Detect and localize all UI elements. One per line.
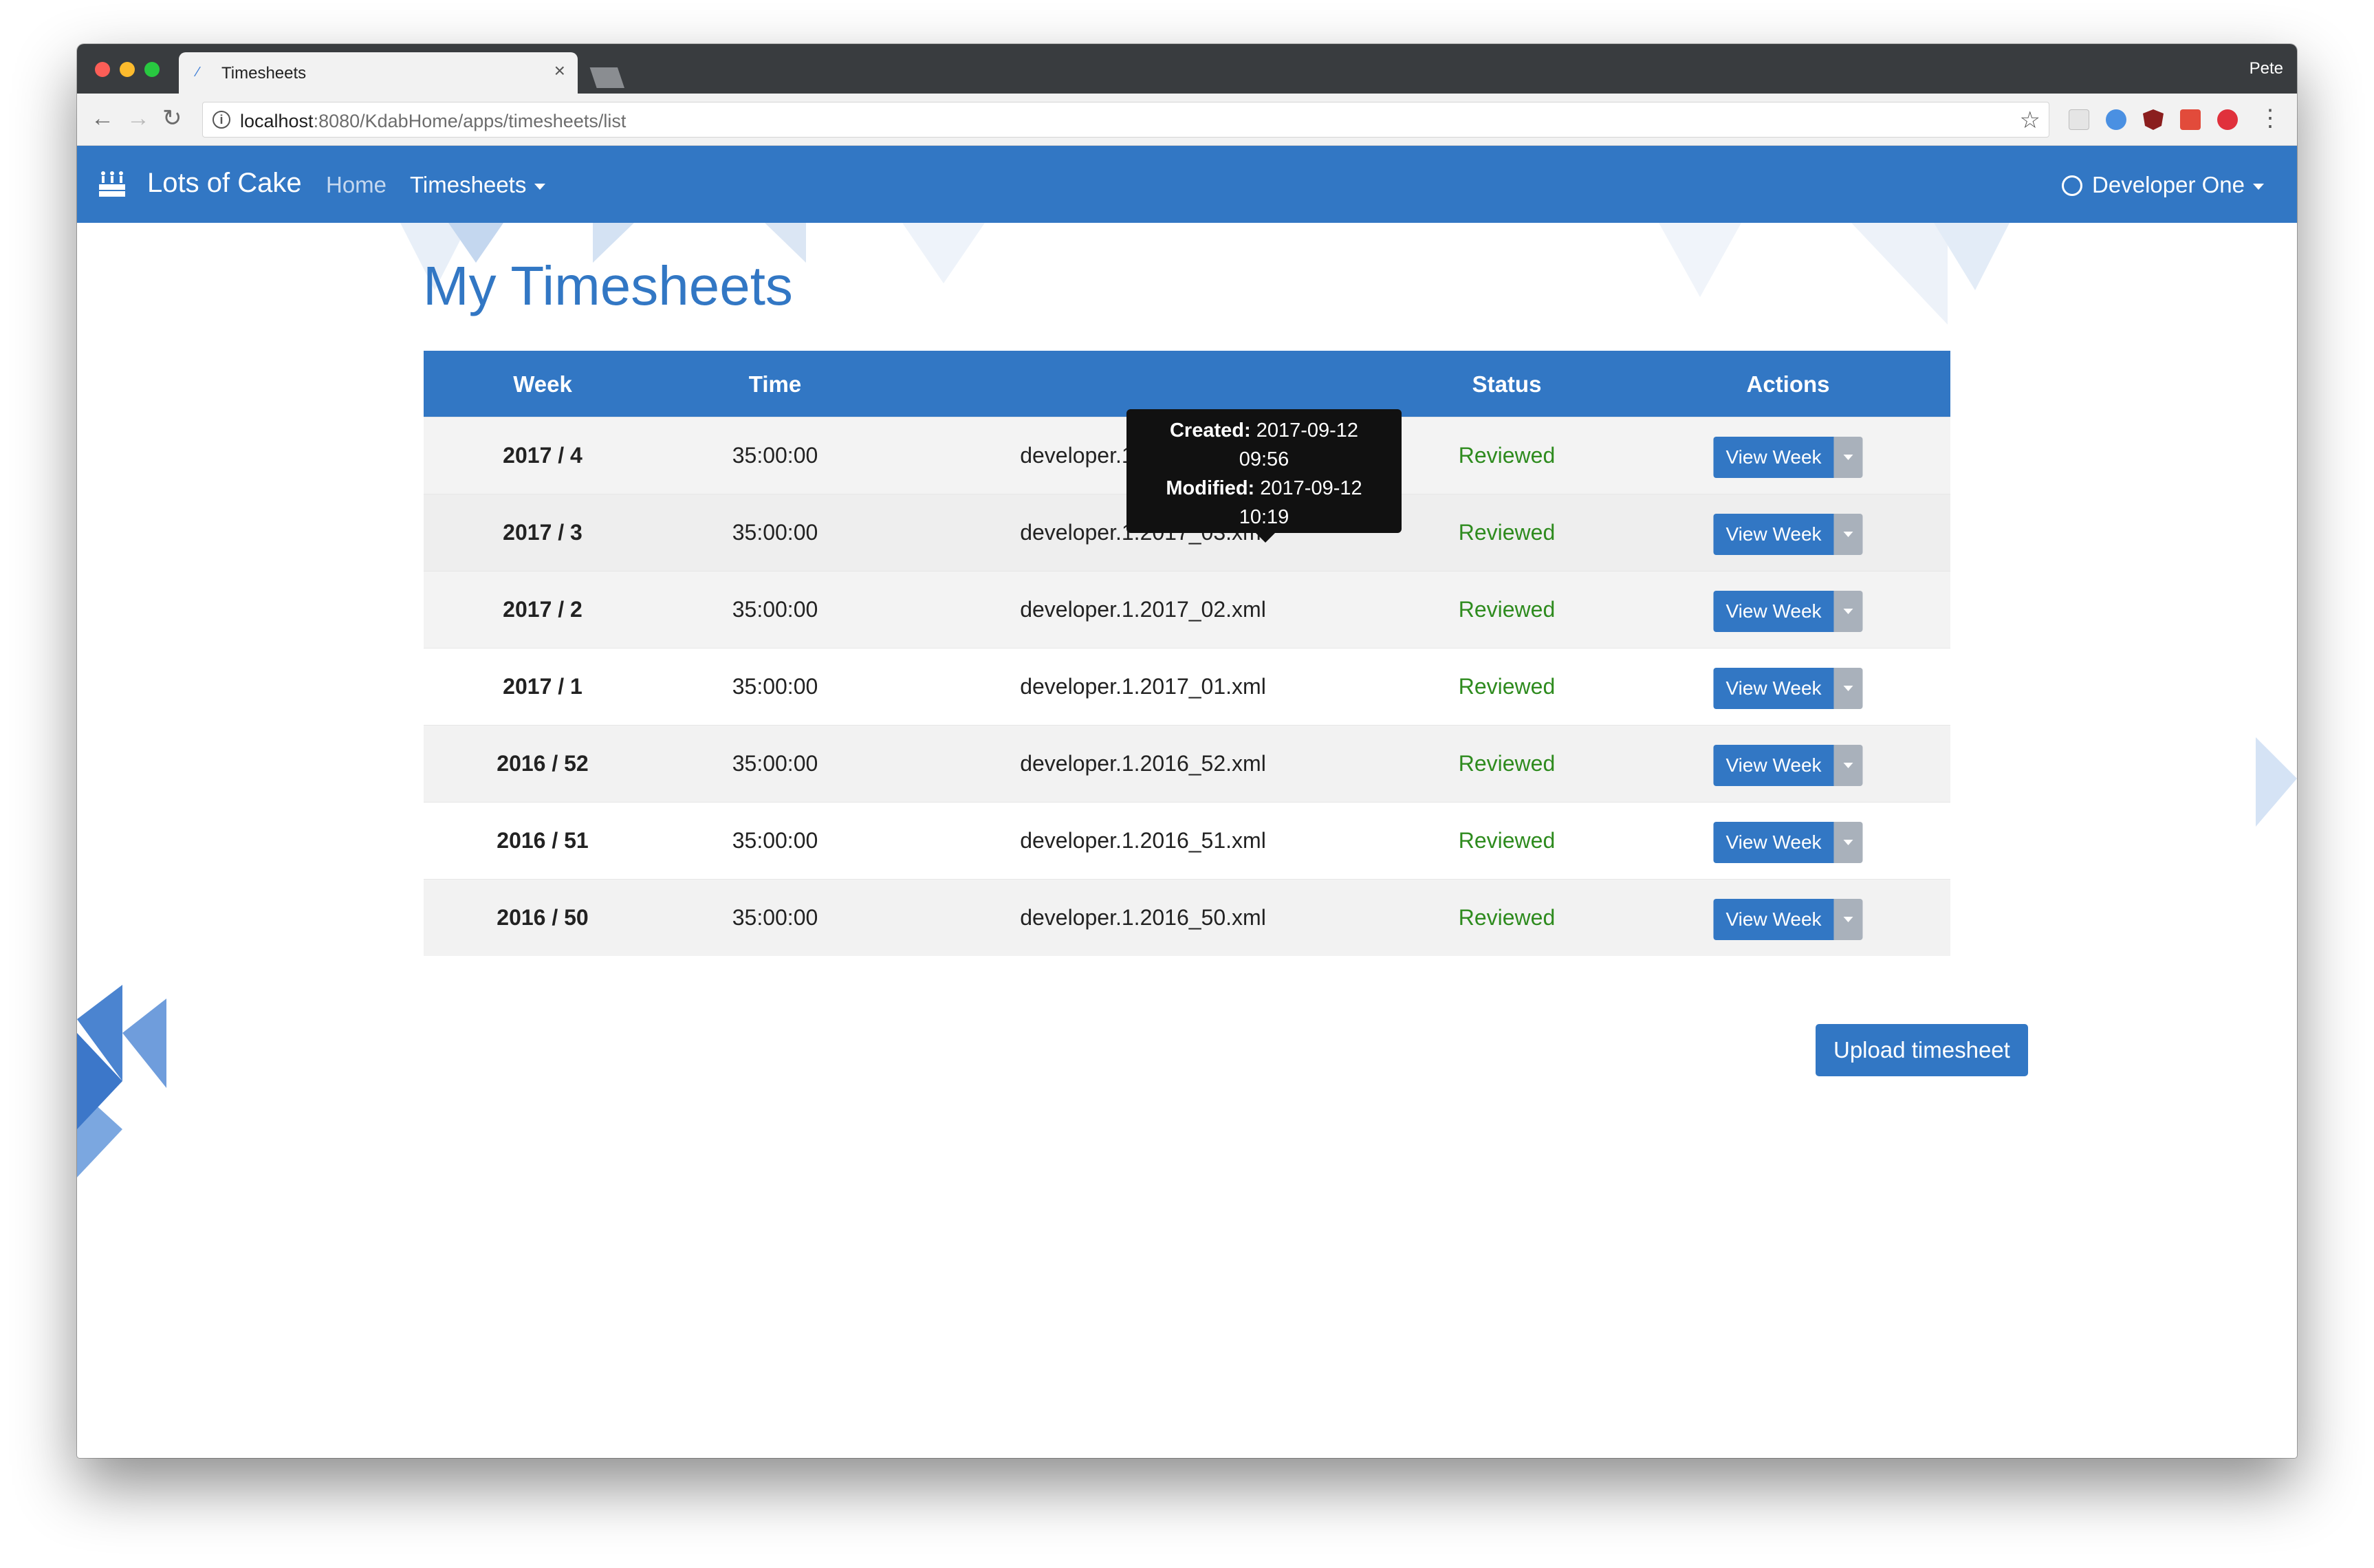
cell-time: 35:00:00	[732, 443, 818, 468]
table-row: 2016 / 52 35:00:00 developer.1.2016_52.x…	[424, 725, 1950, 802]
tab-close-icon[interactable]: ×	[554, 61, 565, 81]
extension-chart-icon[interactable]	[2069, 109, 2089, 130]
cell-file[interactable]: developer.1.2016_50.xml	[1020, 905, 1266, 930]
cell-status: Reviewed	[1458, 597, 1556, 622]
browser-window: ⁄ Timesheets × Pete ← → ↻ i localhost:80…	[77, 44, 2297, 1458]
view-week-button[interactable]: View Week	[1713, 591, 1834, 632]
menu-icon[interactable]: ⋮	[2258, 105, 2282, 132]
favicon-icon: ⁄	[197, 65, 199, 80]
cell-time: 35:00:00	[732, 597, 818, 622]
table-row: 2016 / 50 35:00:00 developer.1.2016_50.x…	[424, 879, 1950, 956]
file-info-tooltip: Created: 2017-09-12 09:56 Modified: 2017…	[1126, 409, 1402, 543]
back-icon[interactable]: ←	[91, 106, 114, 131]
tooltip-arrow	[1256, 533, 1275, 543]
maximize-window-button[interactable]	[144, 62, 160, 77]
tooltip-modified-time: 10:19	[1239, 506, 1289, 528]
cell-status: Reviewed	[1458, 443, 1556, 468]
view-week-split-button: View Week	[1713, 591, 1863, 632]
cell-week: 2016 / 52	[497, 751, 589, 776]
view-week-split-button: View Week	[1713, 668, 1863, 709]
tab-strip: ⁄ Timesheets × Pete	[77, 44, 2297, 94]
profile-name[interactable]: Pete	[2250, 59, 2283, 78]
cell-file[interactable]: developer.1.2017_02.xml	[1020, 597, 1266, 622]
cell-week: 2017 / 2	[503, 597, 582, 622]
new-tab-button[interactable]	[589, 67, 624, 88]
screen: ⁄ Timesheets × Pete ← → ↻ i localhost:80…	[0, 0, 2374, 1568]
header-status: Status	[1472, 371, 1542, 397]
view-week-split-button: View Week	[1713, 899, 1863, 940]
cell-status: Reviewed	[1458, 828, 1556, 853]
tab-timesheets[interactable]: ⁄ Timesheets ×	[179, 52, 578, 94]
url-host: localhost	[240, 111, 314, 131]
close-window-button[interactable]	[95, 62, 110, 77]
table-row: 2016 / 51 35:00:00 developer.1.2016_51.x…	[424, 802, 1950, 879]
cell-week: 2016 / 50	[497, 905, 589, 930]
star-icon[interactable]: ☆	[2020, 107, 2040, 134]
table-header: Week Time Status Actions	[424, 351, 1950, 417]
view-week-dropdown-toggle[interactable]	[1833, 668, 1863, 709]
view-week-button[interactable]: View Week	[1713, 514, 1834, 555]
tooltip-created-time: 09:56	[1239, 448, 1289, 470]
cell-week: 2016 / 51	[497, 828, 589, 853]
view-week-split-button: View Week	[1713, 822, 1863, 863]
tooltip-modified-label: Modified:	[1166, 477, 1255, 499]
view-week-dropdown-toggle[interactable]	[1833, 591, 1863, 632]
url-text[interactable]: localhost:8080/KdabHome/apps/timesheets/…	[240, 111, 626, 132]
cell-status: Reviewed	[1458, 674, 1556, 699]
header-actions: Actions	[1746, 371, 1830, 397]
view-week-button[interactable]: View Week	[1713, 822, 1834, 863]
cell-time: 35:00:00	[732, 674, 818, 699]
table-row: 2017 / 1 35:00:00 developer.1.2017_01.xm…	[424, 648, 1950, 725]
info-icon[interactable]: i	[213, 111, 230, 129]
tooltip-created-date: 2017-09-12	[1256, 420, 1359, 442]
cell-time: 35:00:00	[732, 751, 818, 776]
view-week-button[interactable]: View Week	[1713, 745, 1834, 786]
cell-time: 35:00:00	[732, 905, 818, 930]
extension-shield-icon[interactable]	[2143, 109, 2164, 130]
upload-timesheet-button[interactable]: Upload timesheet	[1816, 1024, 2028, 1076]
view-week-split-button: View Week	[1713, 437, 1863, 478]
extension-dots-icon[interactable]	[2180, 109, 2201, 130]
extension-block-icon[interactable]	[2217, 109, 2238, 130]
extension-globe-icon[interactable]	[2106, 109, 2126, 130]
cell-time: 35:00:00	[732, 828, 818, 853]
tooltip-modified: Modified: 2017-09-12	[1126, 474, 1402, 503]
cell-week: 2017 / 4	[503, 443, 582, 468]
view-week-dropdown-toggle[interactable]	[1833, 437, 1863, 478]
address-bar[interactable]: i localhost:8080/KdabHome/apps/timesheet…	[202, 102, 2049, 138]
view-week-button[interactable]: View Week	[1713, 668, 1834, 709]
view-week-split-button: View Week	[1713, 514, 1863, 555]
view-week-dropdown-toggle[interactable]	[1833, 899, 1863, 940]
page-title: My Timesheets	[423, 255, 793, 316]
cell-week: 2017 / 3	[503, 520, 582, 545]
cell-week: 2017 / 1	[503, 674, 582, 699]
cell-file[interactable]: developer.1.2016_51.xml	[1020, 828, 1266, 853]
cell-status: Reviewed	[1458, 520, 1556, 545]
url-path: :8080/KdabHome/apps/timesheets/list	[313, 111, 627, 131]
view-week-dropdown-toggle[interactable]	[1833, 745, 1863, 786]
forward-icon[interactable]: →	[127, 106, 150, 131]
header-week: Week	[513, 371, 572, 397]
reload-icon[interactable]: ↻	[162, 106, 182, 131]
view-week-dropdown-toggle[interactable]	[1833, 822, 1863, 863]
header-time: Time	[748, 371, 802, 397]
cell-status: Reviewed	[1458, 905, 1556, 930]
view-week-split-button: View Week	[1713, 745, 1863, 786]
view-week-dropdown-toggle[interactable]	[1833, 514, 1863, 555]
cell-file[interactable]: developer.1.2017_01.xml	[1020, 674, 1266, 699]
cell-status: Reviewed	[1458, 751, 1556, 776]
tab-title: Timesheets	[221, 64, 307, 83]
table-row: 2017 / 2 35:00:00 developer.1.2017_02.xm…	[424, 571, 1950, 648]
minimize-window-button[interactable]	[120, 62, 135, 77]
view-week-button[interactable]: View Week	[1713, 437, 1834, 478]
tooltip-created: Created: 2017-09-12	[1126, 416, 1402, 445]
cell-file[interactable]: developer.1.2016_52.xml	[1020, 751, 1266, 776]
browser-toolbar: ← → ↻ i localhost:8080/KdabHome/apps/tim…	[77, 94, 2297, 146]
cell-time: 35:00:00	[732, 520, 818, 545]
tooltip-created-label: Created:	[1169, 420, 1251, 442]
tooltip-modified-date: 2017-09-12	[1260, 477, 1362, 499]
view-week-button[interactable]: View Week	[1713, 899, 1834, 940]
